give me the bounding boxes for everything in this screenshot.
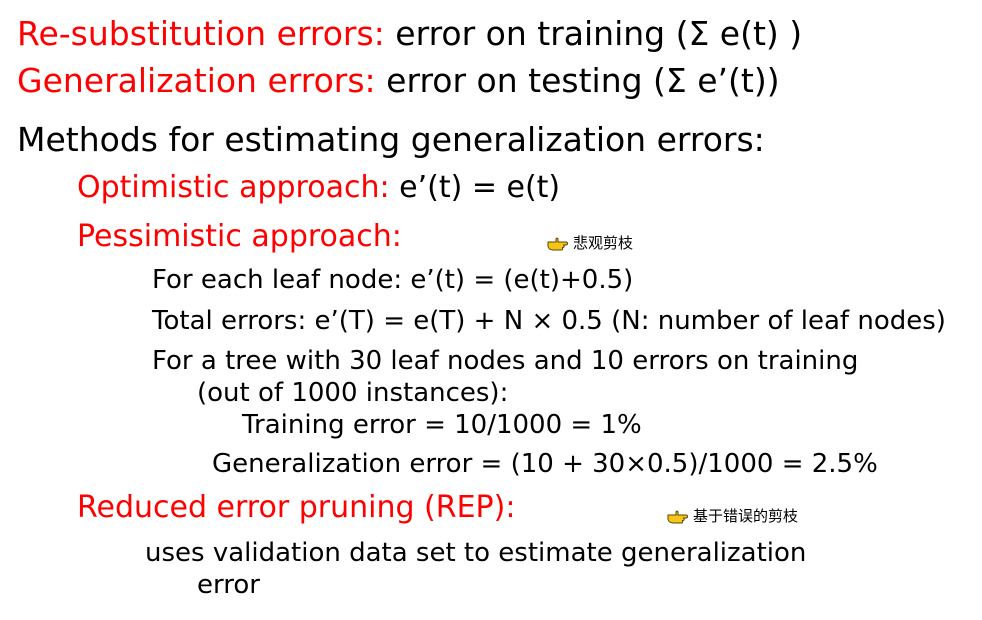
generalization-label: Generalization errors: <box>17 61 376 100</box>
optimistic-line: Optimistic approach: e’(t) = e(t) <box>77 173 560 203</box>
pessimistic-note: 悲观剪枝 <box>547 235 633 251</box>
training-error-line: Training error = 10/1000 = 1% <box>242 410 642 440</box>
generalization-text: error on testing (Σ e’(t)) <box>386 61 780 100</box>
pointing-hand-icon <box>667 510 688 524</box>
pointing-hand-icon <box>547 237 568 251</box>
pessimistic-note-text: 悲观剪枝 <box>573 233 634 252</box>
rep-description-line-1: uses validation data set to estimate gen… <box>145 538 807 568</box>
rep-description-line-2: error <box>197 570 260 600</box>
rep-note: 基于错误的剪枝 <box>667 508 798 524</box>
generalization-error-line: Generalization error = (10 + 30×0.5)/100… <box>212 449 878 479</box>
resubstitution-line: Re-substitution errors: error on trainin… <box>17 17 802 50</box>
optimistic-formula: e’(t) = e(t) <box>399 170 561 205</box>
example-line-2: (out of 1000 instances): <box>197 378 509 408</box>
resubstitution-label: Re-substitution errors: <box>17 14 385 53</box>
resubstitution-text: error on training (Σ e(t) ) <box>395 14 803 53</box>
example-line-1: For a tree with 30 leaf nodes and 10 err… <box>152 346 859 376</box>
rep-note-text: 基于错误的剪枝 <box>693 506 799 525</box>
optimistic-label: Optimistic approach: <box>77 170 390 205</box>
rep-label: Reduced error pruning (REP): <box>77 490 516 525</box>
total-errors-rule: Total errors: e’(T) = e(T) + N × 0.5 (N:… <box>152 306 946 336</box>
pessimistic-label: Pessimistic approach: <box>77 219 402 254</box>
generalization-line: Generalization errors: error on testing … <box>17 64 780 97</box>
methods-heading: Methods for estimating generalization er… <box>17 120 765 159</box>
leaf-rule: For each leaf node: e’(t) = (e(t)+0.5) <box>152 265 634 295</box>
